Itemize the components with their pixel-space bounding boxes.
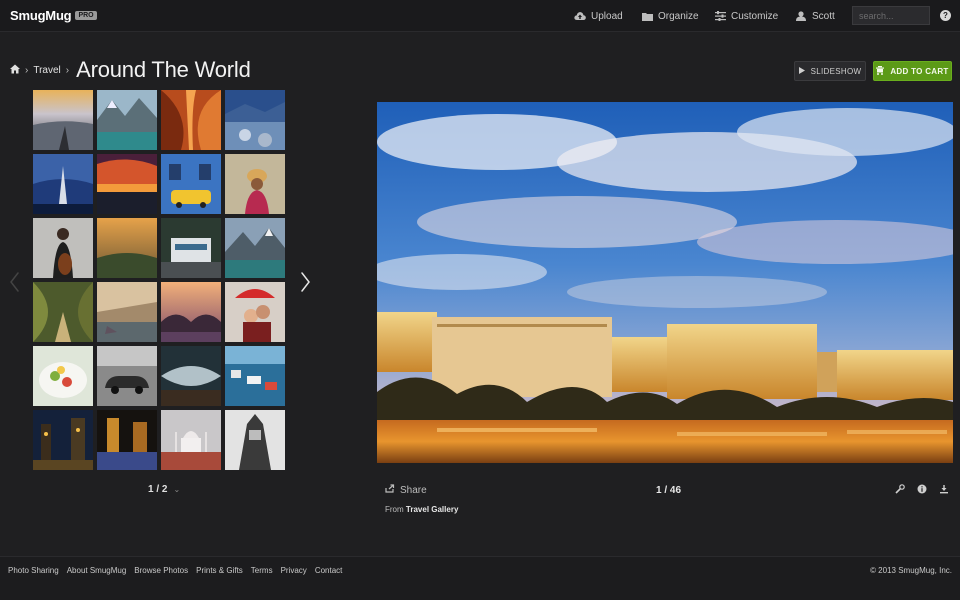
download-icon[interactable] [939, 484, 949, 494]
share-icon [385, 484, 395, 496]
home-icon[interactable] [10, 61, 20, 79]
logo-text: SmugMug [10, 8, 72, 23]
main-photo[interactable] [377, 102, 953, 463]
footer-link-about[interactable]: About SmugMug [67, 566, 127, 575]
next-page-arrow[interactable] [298, 270, 312, 294]
thumbnail[interactable] [225, 218, 285, 278]
footer-link-prints-gifts[interactable]: Prints & Gifts [196, 566, 243, 575]
thumbnail[interactable] [161, 90, 221, 150]
breadcrumb-separator: › [65, 64, 70, 76]
thumbnail[interactable] [225, 410, 285, 470]
photo-toolbar: Share 1 / 46 [377, 481, 953, 499]
footer-link-browse-photos[interactable]: Browse Photos [134, 566, 188, 575]
footer-link-contact[interactable]: Contact [315, 566, 343, 575]
thumbnail[interactable] [97, 346, 157, 406]
thumbnail-grid [33, 90, 285, 470]
thumbnail[interactable] [225, 346, 285, 406]
help-icon[interactable]: ? [940, 10, 951, 21]
thumbnail[interactable] [97, 282, 157, 342]
from-gallery-link[interactable]: Travel Gallery [406, 505, 458, 514]
thumbnail[interactable] [161, 346, 221, 406]
upload-label: Upload [591, 10, 623, 22]
thumbnail[interactable] [97, 154, 157, 214]
page-title: Around The World [76, 57, 251, 82]
organize-label: Organize [658, 10, 699, 22]
smugmug-logo[interactable]: SmugMug PRO [10, 8, 97, 23]
thumbnail[interactable] [97, 218, 157, 278]
upload-button[interactable]: Upload [574, 0, 623, 32]
thumbnail[interactable] [33, 346, 93, 406]
thumbnail[interactable] [225, 282, 285, 342]
photo-tools [895, 484, 949, 494]
thumbnail[interactable] [225, 154, 285, 214]
customize-label: Customize [731, 10, 779, 22]
sliders-icon [714, 10, 726, 22]
share-button[interactable]: Share [385, 484, 427, 496]
thumbnail[interactable] [225, 90, 285, 150]
thumbnail[interactable] [33, 282, 93, 342]
user-name: Scott [812, 10, 835, 22]
previous-page-arrow[interactable] [8, 270, 22, 294]
thumbnail[interactable] [161, 154, 221, 214]
user-icon [795, 10, 807, 22]
cart-icon [876, 65, 885, 77]
thumbnail[interactable] [33, 218, 93, 278]
play-icon [798, 66, 805, 76]
photo-counter: 1 / 46 [656, 485, 682, 496]
slideshow-label: SLIDESHOW [810, 66, 862, 76]
pager-label: 1 / 2 [148, 484, 168, 495]
folder-icon [641, 10, 653, 22]
from-prefix: From [385, 505, 404, 514]
footer-link-privacy[interactable]: Privacy [281, 566, 307, 575]
thumbnail[interactable] [33, 154, 93, 214]
thumbnail[interactable] [33, 410, 93, 470]
search-input[interactable] [852, 6, 930, 25]
info-icon[interactable] [917, 484, 927, 494]
top-bar: SmugMug PRO Upload Organize Customize Sc… [0, 0, 960, 32]
share-label: Share [400, 484, 427, 496]
breadcrumb-separator: › [25, 64, 29, 76]
wrench-icon[interactable] [895, 484, 905, 494]
organize-button[interactable]: Organize [641, 0, 699, 32]
thumbnail[interactable] [97, 90, 157, 150]
thumbnail[interactable] [161, 282, 221, 342]
footer-links: Photo Sharing About SmugMug Browse Photo… [8, 566, 342, 575]
breadcrumb: › Travel › Around The World [10, 56, 251, 84]
footer: Photo Sharing About SmugMug Browse Photo… [0, 556, 960, 600]
customize-button[interactable]: Customize [714, 0, 778, 32]
user-menu[interactable]: Scott [795, 0, 835, 32]
breadcrumb-travel-link[interactable]: Travel [33, 65, 60, 76]
thumbnail-pager[interactable]: 1 / 2 ⌄ [148, 484, 180, 495]
chevron-down-icon: ⌄ [173, 485, 181, 494]
thumbnail[interactable] [161, 218, 221, 278]
thumbnail[interactable] [161, 410, 221, 470]
thumbnail[interactable] [97, 410, 157, 470]
footer-link-photo-sharing[interactable]: Photo Sharing [8, 566, 59, 575]
copyright: © 2013 SmugMug, Inc. [870, 566, 952, 575]
add-to-cart-label: ADD TO CART [890, 66, 949, 76]
slideshow-button[interactable]: SLIDESHOW [794, 61, 866, 81]
add-to-cart-button[interactable]: ADD TO CART [873, 61, 952, 81]
footer-link-terms[interactable]: Terms [251, 566, 273, 575]
cloud-upload-icon [574, 10, 586, 22]
photo-source: From Travel Gallery [385, 505, 458, 514]
thumbnail[interactable] [33, 90, 93, 150]
pro-badge: PRO [75, 11, 97, 20]
